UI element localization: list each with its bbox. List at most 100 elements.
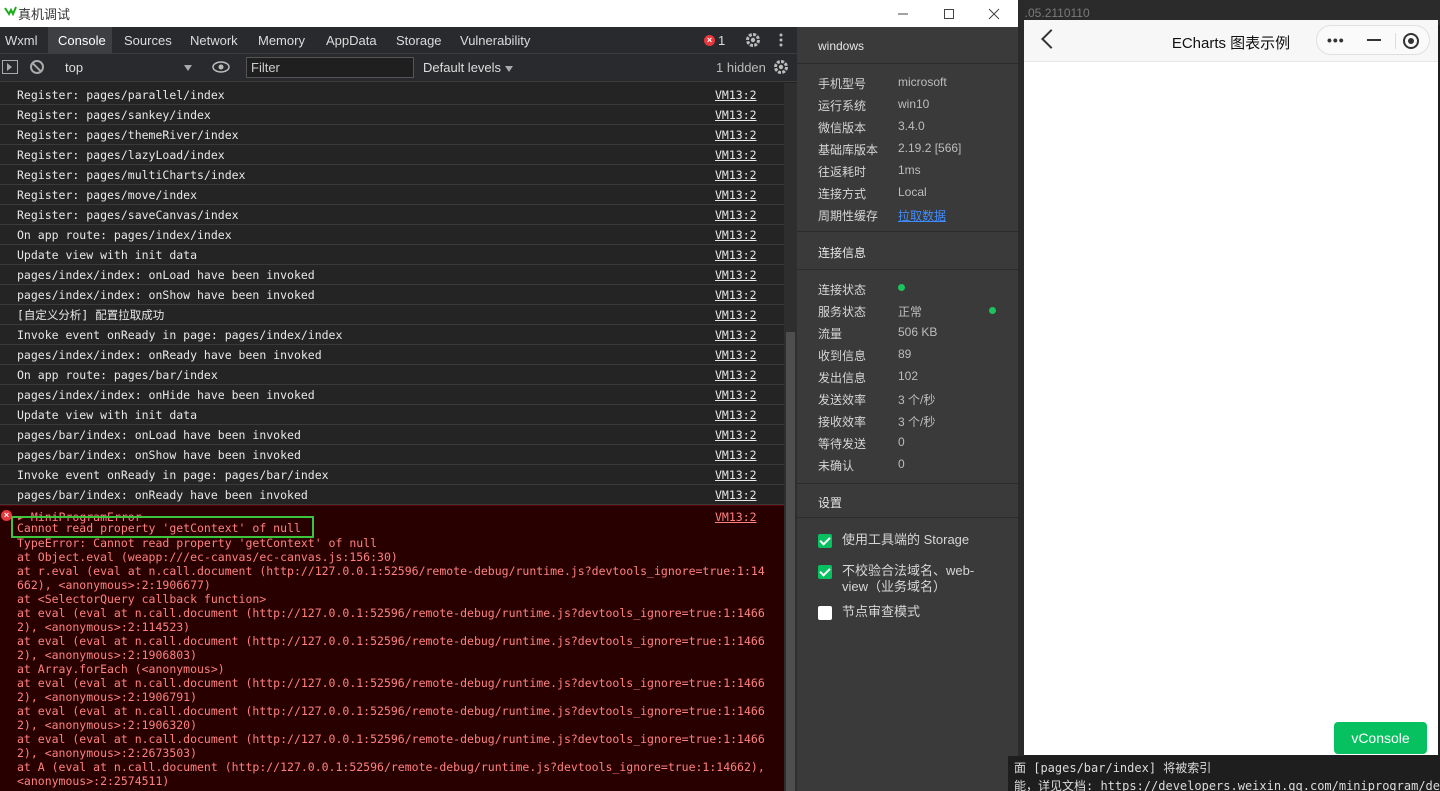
log-source-link[interactable]: VM13:2	[715, 345, 757, 365]
tab-vulnerability[interactable]: Vulnerability	[455, 27, 535, 54]
log-text: Register: pages/saveCanvas/index	[17, 208, 239, 222]
tab-appdata[interactable]: AppData	[321, 27, 382, 54]
device-section-title: windows	[818, 39, 865, 53]
stack-line: at eval (eval at n.call.document (http:/…	[17, 676, 765, 690]
error-count-icon[interactable]: ×	[704, 35, 715, 46]
log-source-link[interactable]: VM13:2	[715, 285, 757, 305]
close-button[interactable]	[971, 0, 1017, 27]
devtools-window: 真机调试 Wxml Console Sources Network Memory…	[0, 0, 1018, 791]
tab-network[interactable]: Network	[185, 27, 243, 54]
connection-info-value: 0	[898, 435, 905, 449]
minimize-icon[interactable]	[1367, 39, 1381, 41]
log-row: Register: pages/saveCanvas/index VM13:2	[0, 205, 784, 225]
setting-checkbox[interactable]	[818, 534, 832, 548]
filter-input[interactable]	[246, 57, 414, 78]
log-source-link[interactable]: VM13:2	[715, 385, 757, 405]
log-source-link[interactable]: VM13:2	[715, 105, 757, 125]
fetch-data-link[interactable]: 拉取数据	[898, 207, 946, 224]
log-text: Register: pages/move/index	[17, 188, 198, 202]
connection-info-label: 发送效率	[818, 393, 867, 407]
setting-label[interactable]: 不校验合法域名、web-view（业务域名）	[842, 563, 982, 595]
log-source-link[interactable]: VM13:2	[715, 85, 757, 105]
log-text: Invoke event onReady in page: pages/inde…	[17, 328, 343, 342]
connection-info-value: 506 KB	[898, 325, 938, 339]
log-source-link[interactable]: VM13:2	[715, 145, 757, 165]
log-row: pages/bar/index: onReady have been invok…	[0, 485, 784, 505]
log-source-link[interactable]: VM13:2	[715, 165, 757, 185]
connection-info-value: 0	[898, 457, 905, 471]
chevron-down-icon	[184, 65, 192, 71]
hidden-messages-count[interactable]: 1 hidden	[716, 60, 766, 75]
log-row: Register: pages/parallel/index VM13:2	[0, 85, 784, 105]
more-dots-icon[interactable]: •••	[1327, 33, 1345, 47]
log-source-link[interactable]: VM13:2	[715, 205, 757, 225]
vconsole-button[interactable]: vConsole	[1334, 722, 1427, 754]
tab-wxml[interactable]: Wxml	[0, 27, 43, 54]
devtools-tabbar: Wxml Console Sources Network Memory AppD…	[0, 27, 797, 54]
settings-gear-icon[interactable]	[744, 31, 762, 49]
log-row: pages/index/index: onLoad have been invo…	[0, 265, 784, 285]
log-source-link[interactable]: VM13:2	[715, 245, 757, 265]
log-source-link[interactable]: VM13:2	[715, 445, 757, 465]
maximize-button[interactable]	[926, 0, 972, 27]
log-source-link[interactable]: VM13:2	[715, 305, 757, 325]
log-source-link[interactable]: VM13:2	[715, 465, 757, 485]
minimize-button[interactable]	[880, 0, 926, 27]
connection-info-label: 收到信息	[818, 349, 867, 363]
live-expression-eye-icon[interactable]	[212, 61, 230, 73]
tab-memory[interactable]: Memory	[253, 27, 310, 54]
log-text: pages/index/index: onShow have been invo…	[17, 288, 315, 302]
log-row: Register: pages/themeRiver/index VM13:2	[0, 125, 784, 145]
tab-sources[interactable]: Sources	[119, 27, 177, 54]
maximize-icon	[944, 8, 954, 19]
connection-info-value: 正常	[898, 305, 923, 319]
log-source-link[interactable]: VM13:2	[715, 265, 757, 285]
log-source-link[interactable]: VM13:2	[715, 225, 757, 245]
show-sidebar-icon[interactable]	[2, 60, 18, 74]
log-source-link[interactable]: VM13:2	[715, 325, 757, 345]
log-text: Register: pages/lazyLoad/index	[17, 148, 225, 162]
log-row: Register: pages/lazyLoad/index VM13:2	[0, 145, 784, 165]
tab-storage[interactable]: Storage	[391, 27, 447, 54]
settings-section-title: 设置	[818, 496, 843, 510]
log-source-link[interactable]: VM13:2	[715, 185, 757, 205]
tab-console[interactable]: Console	[48, 27, 112, 54]
log-row: Invoke event onReady in page: pages/inde…	[0, 325, 784, 345]
console-scrollbar-thumb[interactable]	[786, 332, 795, 791]
connection-info-label: 未确认	[818, 459, 855, 473]
setting-checkbox[interactable]	[818, 565, 832, 579]
connection-info-value: 3 个/秒	[898, 415, 936, 429]
device-info-label: 运行系统	[818, 99, 867, 113]
setting-checkbox[interactable]	[818, 606, 832, 620]
log-row: pages/bar/index: onShow have been invoke…	[0, 445, 784, 465]
log-row: pages/index/index: onShow have been invo…	[0, 285, 784, 305]
error-source-link[interactable]: VM13:2	[715, 510, 757, 524]
exit-target-icon[interactable]	[1403, 33, 1419, 49]
console-output[interactable]: Register: pages/parallel/index VM13:2 Regi…	[0, 83, 784, 791]
stack-line: at <SelectorQuery callback function>	[17, 592, 267, 606]
device-info-label: 往返耗时	[818, 165, 867, 179]
log-source-link[interactable]: VM13:2	[715, 405, 757, 425]
log-source-link[interactable]: VM13:2	[715, 425, 757, 445]
stack-line: at Object.eval (weapp:///ec-canvas/ec-ca…	[17, 550, 398, 564]
setting-label[interactable]: 使用工具端的 Storage	[842, 532, 969, 548]
stack-line: at Array.forEach (<anonymous>)	[17, 662, 225, 676]
divider	[797, 269, 1018, 270]
log-levels-dropdown[interactable]: Default levels	[423, 57, 514, 78]
log-source-link[interactable]: VM13:2	[715, 485, 757, 505]
stack-line: at eval (eval at n.call.document (http:/…	[17, 606, 765, 620]
connection-info-value: 3 个/秒	[898, 393, 936, 407]
device-info-value: 3.4.0	[898, 119, 925, 133]
clear-console-icon[interactable]	[30, 60, 44, 74]
console-settings-gear-icon[interactable]	[772, 58, 790, 76]
error-count[interactable]: 1	[718, 33, 725, 48]
device-info-label: 连接方式	[818, 187, 867, 201]
log-source-link[interactable]: VM13:2	[715, 125, 757, 145]
device-info-value: Local	[898, 185, 927, 199]
more-options-icon[interactable]	[775, 31, 787, 49]
menu-capsule: •••	[1316, 25, 1430, 55]
log-row: Invoke event onReady in page: pages/bar/…	[0, 465, 784, 485]
setting-label[interactable]: 节点审查模式	[842, 604, 920, 620]
log-source-link[interactable]: VM13:2	[715, 365, 757, 385]
context-selector[interactable]: top	[58, 57, 198, 78]
